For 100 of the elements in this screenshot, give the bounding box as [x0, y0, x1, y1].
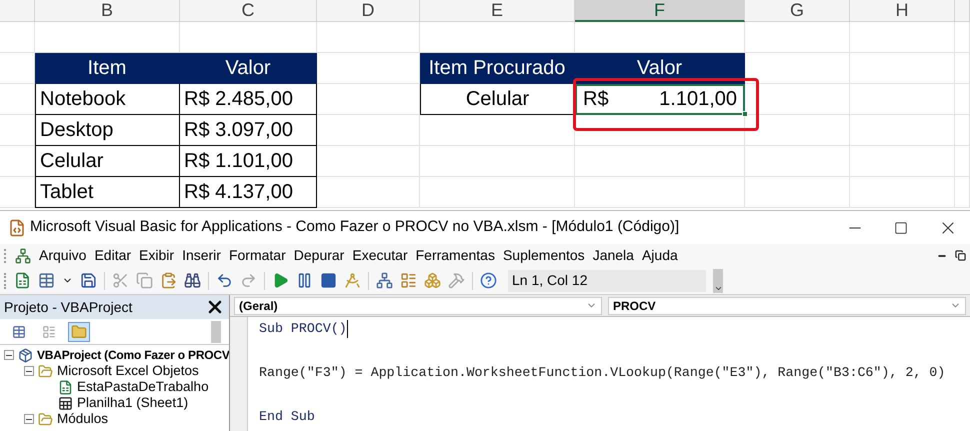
help-icon[interactable]	[480, 272, 497, 289]
table-cell-text: R$ 4.137,00	[183, 180, 294, 205]
menu-item[interactable]: Arquivo	[39, 245, 86, 266]
grid-cell[interactable]	[0, 84, 35, 115]
column-header[interactable]: G	[745, 0, 850, 22]
grid-cell[interactable]	[317, 84, 420, 115]
grid-cell[interactable]	[850, 53, 955, 84]
column-header[interactable]: D	[317, 0, 420, 22]
menu-app-icon	[15, 248, 31, 264]
menu-item[interactable]: Formatar	[228, 245, 286, 266]
collapse-toggle[interactable]	[24, 366, 34, 376]
grid-cell[interactable]	[0, 115, 35, 146]
undo-icon[interactable]	[216, 272, 233, 289]
toolbar-overflow-button[interactable]	[713, 268, 723, 292]
grid-cell[interactable]	[745, 115, 850, 146]
grid-cell[interactable]	[745, 84, 850, 115]
menu-item[interactable]: Exibir	[139, 245, 174, 266]
grid-cell[interactable]	[745, 177, 850, 208]
object-dropdown[interactable]: (Geral)	[234, 296, 602, 314]
menu-item[interactable]: Inserir	[182, 245, 221, 266]
folder-icon	[71, 324, 87, 340]
project-icon	[18, 348, 33, 362]
table-cell-text: Celular	[39, 149, 104, 174]
grid-cell[interactable]	[955, 177, 970, 208]
menu-item[interactable]: Ferramentas	[416, 245, 495, 266]
grid-cell[interactable]	[420, 177, 575, 208]
table-cell-text: Celular	[464, 87, 530, 112]
grid-icon	[12, 324, 26, 338]
column-header[interactable]: H	[850, 0, 955, 22]
grid-cell[interactable]	[850, 146, 955, 177]
copy-icon[interactable]	[136, 272, 153, 289]
currency-symbol: R$	[582, 87, 609, 112]
grip-icon	[4, 248, 7, 262]
grid-cell[interactable]	[850, 115, 955, 146]
save-icon[interactable]	[80, 272, 97, 289]
grid-cell[interactable]	[317, 22, 420, 53]
grid-cell[interactable]	[575, 115, 745, 146]
stop-icon[interactable]	[320, 272, 337, 289]
grid-cell[interactable]	[317, 177, 420, 208]
column-header[interactable]: F	[575, 0, 745, 22]
folder-icon	[38, 412, 53, 426]
grid-cell[interactable]	[420, 146, 575, 177]
paste-icon[interactable]	[160, 272, 177, 289]
grid-cell[interactable]	[317, 146, 420, 177]
grid-cell[interactable]	[575, 146, 745, 177]
cell-value: 1.101,00	[659, 87, 738, 112]
grip-icon	[4, 272, 7, 288]
grid-cell[interactable]	[317, 115, 420, 146]
fill-handle[interactable]	[742, 111, 748, 117]
run-icon[interactable]	[272, 272, 289, 289]
grid-cell[interactable]	[850, 177, 955, 208]
restore-icon[interactable]	[955, 250, 966, 261]
grid-cell[interactable]	[955, 53, 970, 84]
find-icon[interactable]	[184, 272, 201, 289]
spreadsheet-icon[interactable]	[14, 272, 31, 289]
menu-item[interactable]: Executar	[352, 245, 408, 266]
grid-cell[interactable]	[745, 53, 850, 84]
column-header[interactable]: C	[180, 0, 317, 22]
collapse-toggle[interactable]	[4, 350, 14, 360]
header-cell-text: Item	[86, 56, 128, 81]
grid-cell[interactable]	[955, 84, 970, 115]
properties-icon[interactable]	[400, 272, 417, 289]
grid-cell[interactable]	[955, 146, 970, 177]
procedure-dropdown[interactable]: PROCV	[608, 296, 966, 314]
toolbox-icon[interactable]	[448, 272, 465, 289]
menu-item[interactable]: Editar	[94, 245, 132, 266]
folder-icon	[38, 364, 53, 378]
list-icon	[42, 324, 56, 338]
grid-cell[interactable]	[745, 22, 850, 53]
scrollbar[interactable]	[211, 320, 221, 342]
pane-title: Projeto - VBAProject	[4, 298, 132, 317]
object-browser-icon[interactable]	[424, 272, 441, 289]
redo-icon[interactable]	[240, 272, 257, 289]
column-header[interactable]	[955, 0, 970, 22]
cut-icon[interactable]	[112, 272, 129, 289]
form-icon[interactable]	[38, 272, 55, 289]
menu-item[interactable]: Janela	[592, 245, 634, 266]
grid-cell[interactable]	[850, 84, 955, 115]
table-cell-text: R$ 2.485,00	[183, 87, 294, 112]
grid-cell[interactable]	[0, 146, 35, 177]
table-cell-text: Tablet	[39, 180, 94, 205]
menu-item[interactable]: Ajuda	[642, 245, 678, 266]
grid-cell[interactable]	[955, 115, 970, 146]
grid-cell[interactable]	[955, 22, 970, 53]
grid-cell[interactable]	[0, 177, 35, 208]
grid-cell[interactable]	[745, 146, 850, 177]
column-header[interactable]: B	[35, 0, 180, 22]
header-cell-text: Item Procurado	[428, 56, 566, 81]
maximize-icon[interactable]	[894, 220, 908, 234]
column-header[interactable]	[0, 0, 35, 22]
pause-icon[interactable]	[296, 272, 313, 289]
design-mode-icon[interactable]	[344, 272, 361, 289]
project-explorer-icon[interactable]	[376, 272, 393, 289]
menu-item[interactable]: Suplementos	[502, 245, 585, 266]
grid-cell[interactable]	[850, 22, 955, 53]
menu-item[interactable]: Depurar	[294, 245, 344, 266]
collapse-toggle[interactable]	[24, 414, 34, 424]
grid-cell[interactable]	[575, 177, 745, 208]
toggle-folders-button[interactable]	[68, 322, 90, 342]
grid-cell[interactable]	[0, 22, 35, 53]
